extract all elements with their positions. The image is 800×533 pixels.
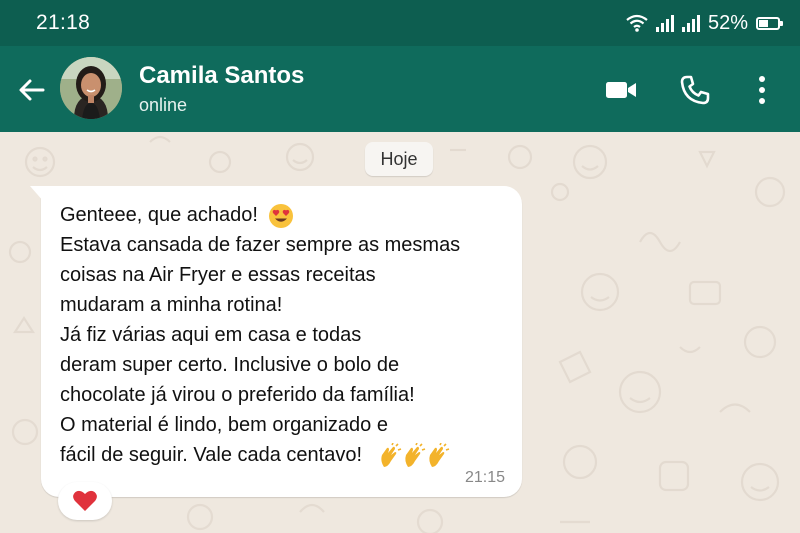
chat-header: Camila Santos online — [0, 46, 800, 132]
clapping-hands-emoji — [378, 442, 450, 467]
message-bubble[interactable]: Genteee, que achado! Estava cansada de f… — [30, 186, 522, 497]
message-time: 21:15 — [464, 469, 505, 486]
avatar[interactable] — [60, 57, 122, 119]
heart-eyes-emoji — [268, 203, 293, 228]
message-line: Já fiz várias aqui em casa e todas — [60, 324, 362, 346]
battery-percent: 52% — [707, 11, 748, 34]
signal-icon — [655, 14, 674, 32]
battery-icon — [756, 16, 783, 30]
signal-icon — [681, 14, 700, 32]
status-time: 21:18 — [36, 11, 91, 34]
message-line: Estava cansada de fazer sempre as mesmas — [60, 234, 461, 256]
date-chip: Hoje — [365, 142, 433, 176]
message-text: Genteee, que achado! Estava cansada de f… — [60, 200, 510, 470]
message-line: mudaram a minha rotina! — [60, 294, 283, 316]
bubble-tail — [30, 186, 44, 202]
message-line: coisas na Air Fryer e essas receitas — [60, 264, 376, 286]
message-line: deram super certo. Inclusive o bolo de — [60, 354, 400, 376]
message-line: O material é lindo, bem organizado e — [60, 414, 388, 436]
message-line: fácil de seguir. Vale cada centavo! — [60, 440, 510, 470]
contact-status: online — [139, 95, 188, 115]
video-call-icon[interactable] — [604, 73, 638, 107]
clapping-hands-icon — [404, 442, 425, 467]
battery-fill — [759, 19, 768, 27]
more-options-icon[interactable] — [745, 73, 779, 107]
heart-emoji — [73, 490, 97, 511]
clapping-hands-icon — [380, 442, 401, 467]
back-arrow-icon[interactable] — [16, 74, 48, 106]
avatar-photo — [60, 57, 122, 119]
clapping-hands-icon — [428, 442, 449, 467]
status-bar: 21:18 52% — [0, 0, 800, 46]
chat-area[interactable]: Hoje Genteee, que achado! Estava cansada… — [0, 132, 800, 533]
message-line: chocolate já virou o preferido da famíli… — [60, 384, 415, 406]
heart-reaction[interactable] — [58, 482, 112, 520]
message-line: Genteee, que achado! — [60, 200, 510, 230]
status-icons: 52% — [626, 11, 783, 35]
phone-icon[interactable] — [678, 73, 712, 107]
contact-name[interactable]: Camila Santos — [139, 62, 304, 90]
wifi-icon — [626, 14, 648, 32]
